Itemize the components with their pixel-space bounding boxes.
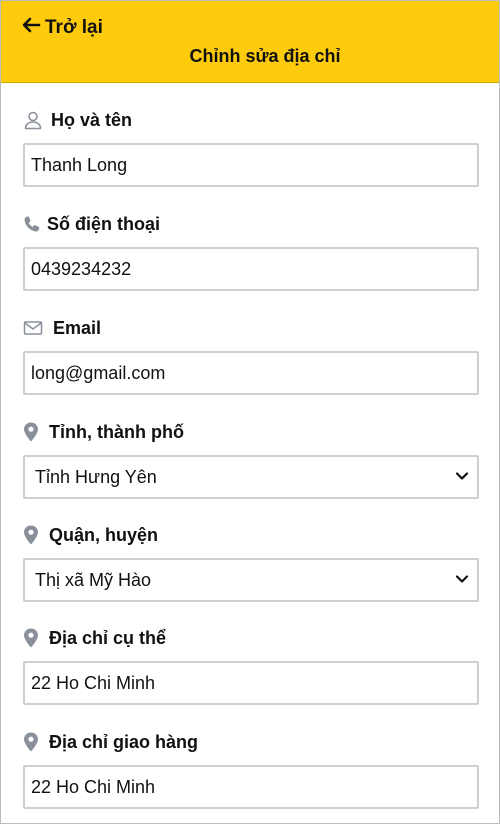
header-bar: Trở lại Chỉnh sửa địa chỉ [1, 1, 499, 83]
location-icon [23, 732, 39, 752]
email-label-row: Email [23, 315, 479, 341]
name-field-group: Họ và tên [23, 107, 479, 187]
district-field-group: Quận, huyện Thị xã Mỹ Hào [23, 522, 479, 602]
edit-address-screen: Trở lại Chỉnh sửa địa chỉ Họ và tên Số đ… [0, 0, 500, 824]
phone-label-row: Số điện thoại [23, 211, 479, 237]
name-label-row: Họ và tên [23, 107, 479, 133]
delivery-label-row: Địa chỉ giao hàng [23, 729, 479, 755]
address-field-group: Địa chỉ cụ thể [23, 625, 479, 705]
name-label: Họ và tên [51, 109, 133, 130]
province-select[interactable]: Tỉnh Hưng Yên [23, 455, 479, 499]
page-title: Chỉnh sửa địa chỉ [189, 46, 341, 66]
phone-input[interactable] [23, 247, 479, 291]
email-label: Email [53, 317, 102, 338]
address-label: Địa chỉ cụ thể [49, 627, 167, 648]
location-icon [23, 525, 39, 545]
province-label-row: Tỉnh, thành phố [23, 419, 479, 445]
name-input[interactable] [23, 143, 479, 187]
province-label: Tỉnh, thành phố [49, 421, 184, 442]
phone-field-group: Số điện thoại [23, 211, 479, 291]
user-icon [23, 110, 43, 130]
address-input[interactable] [23, 661, 479, 705]
district-label: Quận, huyện [49, 524, 159, 545]
email-field-group: Email [23, 315, 479, 395]
envelope-icon [23, 318, 43, 338]
phone-label: Số điện thoại [47, 213, 161, 234]
email-input[interactable] [23, 351, 479, 395]
delivery-field-group: Địa chỉ giao hàng [23, 729, 479, 809]
delivery-input[interactable] [23, 765, 479, 809]
delivery-label: Địa chỉ giao hàng [49, 731, 199, 752]
location-icon [23, 422, 39, 442]
district-selected-value: Thị xã Mỹ Hào [35, 569, 152, 590]
province-selected-value: Tỉnh Hưng Yên [35, 466, 157, 487]
arrow-left-icon [21, 15, 41, 41]
province-field-group: Tỉnh, thành phố Tỉnh Hưng Yên [23, 419, 479, 499]
chevron-down-icon [455, 467, 469, 488]
address-label-row: Địa chỉ cụ thể [23, 625, 479, 651]
back-label: Trở lại [45, 17, 103, 38]
district-label-row: Quận, huyện [23, 522, 479, 548]
chevron-down-icon [455, 570, 469, 591]
location-icon [23, 628, 39, 648]
district-select[interactable]: Thị xã Mỹ Hào [23, 558, 479, 602]
back-button[interactable]: Trở lại [21, 15, 103, 41]
phone-icon [23, 214, 41, 234]
